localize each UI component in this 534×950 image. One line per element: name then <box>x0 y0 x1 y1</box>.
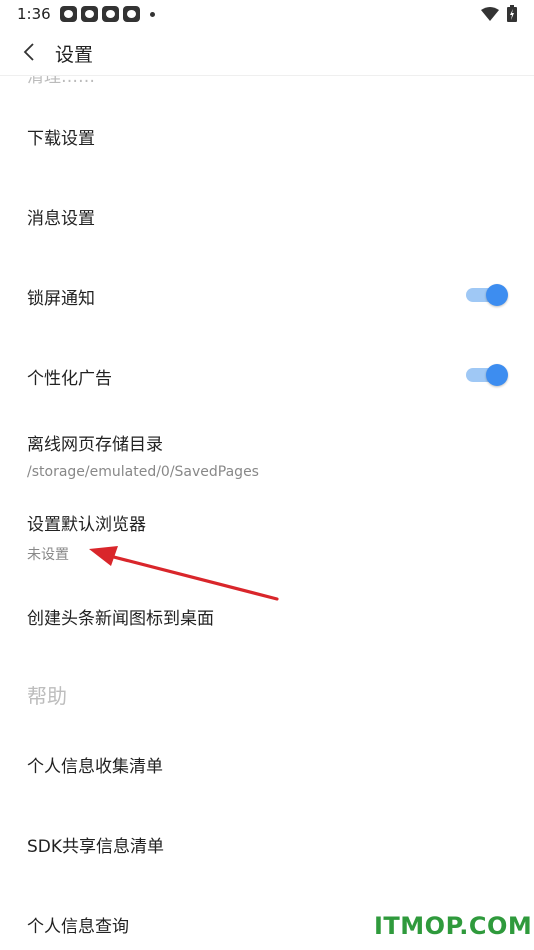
personalized-ads-item: 个性化广告 <box>0 336 534 416</box>
notification-icons <box>60 6 155 22</box>
create-desktop-icon-label: 创建头条新闻图标到桌面 <box>27 609 214 629</box>
app-notification-icon <box>81 6 98 22</box>
lockscreen-notification-label: 锁屏通知 <box>27 289 95 309</box>
personal-info-query-label: 个人信息查询 <box>27 917 129 937</box>
message-settings-label: 消息设置 <box>27 209 95 229</box>
red-annotation-arrow-icon <box>89 546 279 601</box>
sdk-info-list-label: SDK共享信息清单 <box>27 837 165 857</box>
app-notification-icon <box>60 6 77 22</box>
default-browser-label: 设置默认浏览器 <box>27 515 146 535</box>
offline-storage-dir-label: 离线网页存储目录 <box>27 435 163 455</box>
app-bar: 设置 <box>0 30 534 76</box>
personalized-ads-label: 个性化广告 <box>27 369 112 389</box>
personal-info-list-label: 个人信息收集清单 <box>27 757 163 777</box>
personalized-ads-toggle[interactable] <box>466 362 508 388</box>
offline-storage-dir-value: /storage/emulated/0/SavedPages <box>27 464 259 480</box>
toggle-knob <box>486 364 508 386</box>
lockscreen-notification-toggle[interactable] <box>466 282 508 308</box>
message-settings-item[interactable]: 消息设置 <box>0 176 534 256</box>
help-section-header: 帮助 <box>27 684 67 708</box>
offline-storage-dir-item[interactable]: 离线网页存储目录 /storage/emulated/0/SavedPages <box>0 416 534 496</box>
status-bar: 1:36 <box>0 0 534 30</box>
download-settings-label: 下载设置 <box>27 129 95 149</box>
download-settings-item[interactable]: 下载设置 <box>0 96 534 176</box>
personal-info-list-item[interactable]: 个人信息收集清单 <box>0 724 534 804</box>
wifi-icon <box>481 7 499 21</box>
chevron-left-icon[interactable] <box>19 40 41 64</box>
battery-charging-icon <box>507 5 517 22</box>
page-title: 设置 <box>55 44 94 66</box>
app-notification-icon <box>123 6 140 22</box>
lockscreen-notification-item: 锁屏通知 <box>0 256 534 336</box>
itmop-watermark: ITMOP.COM <box>374 912 533 940</box>
sdk-info-list-item[interactable]: SDK共享信息清单 <box>0 804 534 884</box>
app-notification-icon <box>102 6 119 22</box>
default-browser-value: 未设置 <box>27 547 69 563</box>
more-notifications-dot <box>150 11 155 17</box>
toggle-knob <box>486 284 508 306</box>
status-time: 1:36 <box>17 5 51 23</box>
settings-screen: 1:36 设置 清理…… 下载设置 消息设置 锁屏通知 个性化广告 离线网页存储… <box>0 0 534 950</box>
